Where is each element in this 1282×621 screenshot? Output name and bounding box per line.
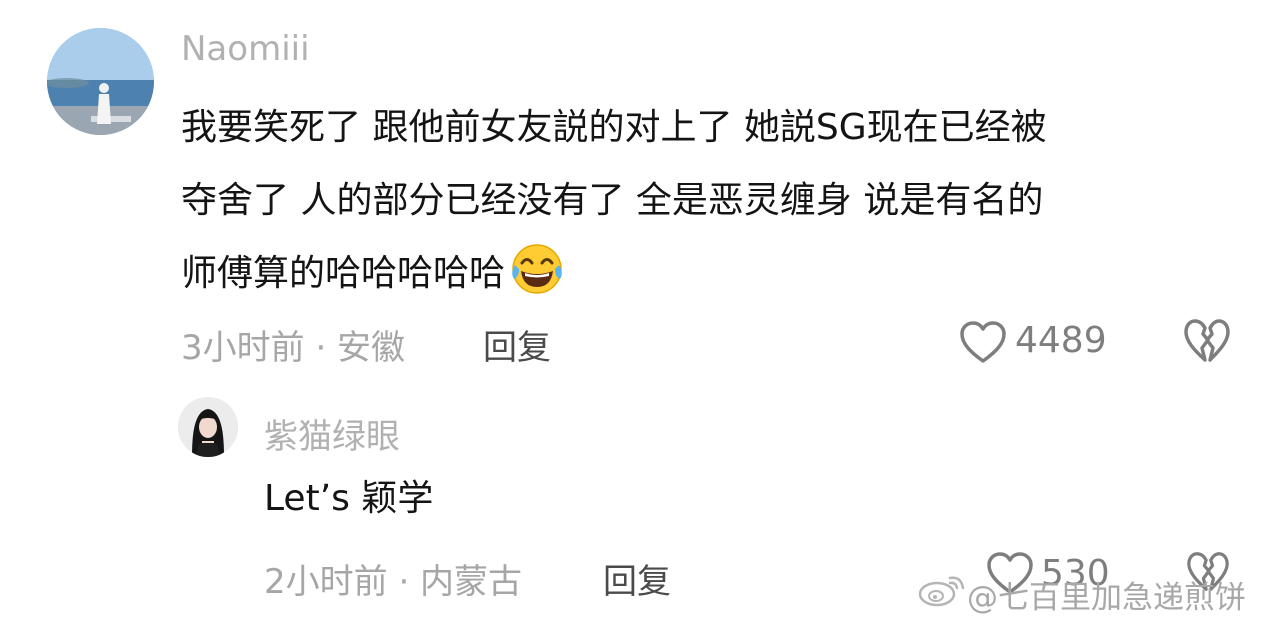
reply-avatar[interactable]: [178, 397, 238, 457]
reply-reply-button[interactable]: 回复: [603, 554, 671, 603]
laughing-tears-emoji: [509, 243, 565, 295]
comment-line-text: 师傅算的哈哈哈哈哈: [181, 253, 506, 294]
dislike-button[interactable]: [1183, 318, 1231, 368]
comment-timestamp-location: 3小时前 · 安徽: [181, 328, 406, 368]
username[interactable]: Naomiii: [181, 29, 310, 69]
comment-text: 我要笑死了 跟他前女友説的对上了 她説SG现在已经被 夺舍了 人的部分已经没有了…: [181, 91, 1047, 310]
comment-line: 师傅算的哈哈哈哈哈: [181, 237, 1047, 310]
like-count: 4489: [1015, 320, 1107, 361]
reply-button[interactable]: 回复: [483, 320, 551, 369]
broken-heart-icon: [1183, 318, 1231, 364]
comment-thread: Naomiii 我要笑死了 跟他前女友説的对上了 她説SG现在已经被 夺舍了 人…: [0, 0, 1282, 621]
reply-timestamp-location: 2小时前 · 内蒙古: [264, 562, 523, 602]
watermark-text: @七百里加急递煎饼: [967, 580, 1246, 616]
avatar[interactable]: [47, 28, 154, 135]
reply-username[interactable]: 紫猫绿眼: [264, 409, 400, 458]
reply-text: Let’s 颖学: [264, 478, 434, 519]
heart-outline-icon: [959, 320, 1007, 364]
weibo-logo-icon: [917, 572, 967, 608]
like-button[interactable]: [959, 320, 1007, 364]
comment-line: 我要笑死了 跟他前女友説的对上了 她説SG现在已经被: [181, 107, 1047, 148]
comment-line: 夺舍了 人的部分已经没有了 全是恶灵缠身 说是有名的: [181, 180, 1044, 221]
